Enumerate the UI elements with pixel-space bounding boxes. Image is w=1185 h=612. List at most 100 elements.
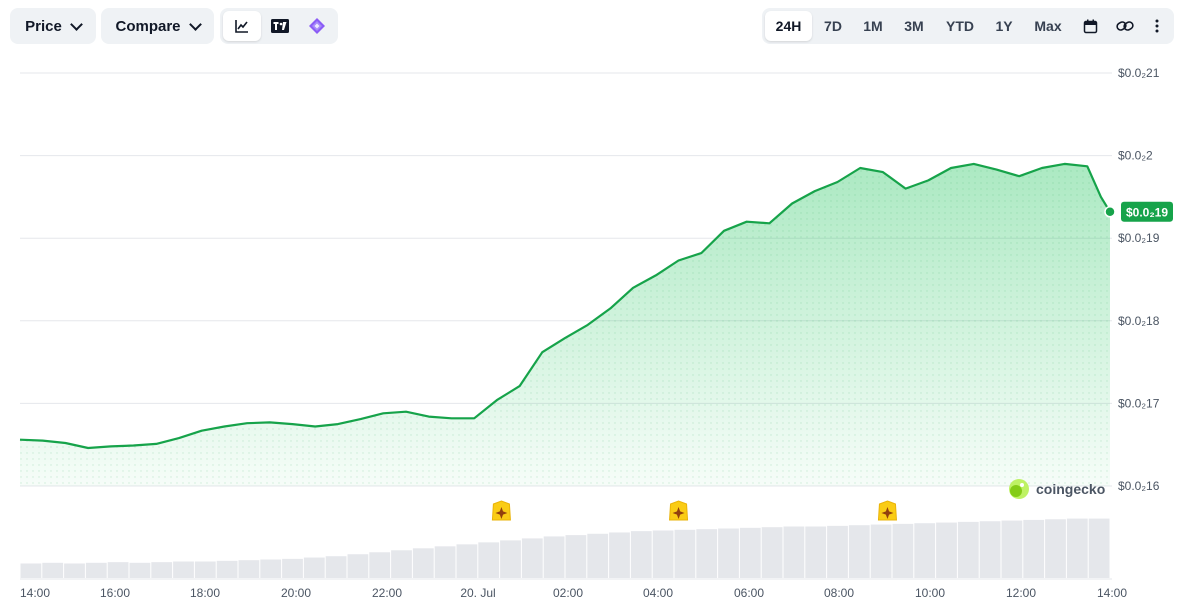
volume-bar: [543, 536, 565, 578]
volume-bar: [391, 550, 412, 578]
volume-bar: [827, 525, 848, 578]
volume-bar: [565, 535, 587, 578]
volume-bar: [609, 532, 630, 578]
x-tick-label: 18:00: [190, 586, 220, 600]
volume-bar: [1001, 520, 1023, 578]
x-tick-label: 12:00: [1006, 586, 1036, 600]
volume-bar: [630, 531, 652, 578]
price-chart: $0.0₂21 $0.0₂2 $0.0₂19 $0.0₂18 $0.0₂17 $0.0₂1…: [0, 52, 1185, 607]
range-label: 1Y: [995, 18, 1013, 34]
range-label: YTD: [946, 18, 974, 34]
volume-bar: [979, 521, 1001, 578]
volume-bar: [936, 522, 957, 578]
coingecko-watermark: coingecko: [1009, 479, 1105, 499]
gecko-terminal-button[interactable]: [299, 11, 335, 41]
range-label: 7D: [824, 18, 842, 34]
volume-bar: [783, 526, 805, 578]
compare-dropdown-button[interactable]: Compare: [101, 8, 214, 44]
volume-bar: [129, 562, 151, 578]
volume-bar: [456, 544, 478, 578]
volume-bar: [20, 563, 42, 578]
range-7d[interactable]: 7D: [814, 11, 852, 41]
range-24h[interactable]: 24H: [765, 11, 812, 41]
chevron-down-icon: [69, 17, 83, 31]
x-tick-label: 20. Jul: [460, 586, 495, 600]
volume-bar: [739, 527, 761, 578]
event-marker-icon[interactable]: [877, 500, 897, 521]
link-icon: [1116, 21, 1134, 31]
calendar-button[interactable]: [1074, 11, 1106, 41]
volume-bar: [369, 552, 391, 578]
volume-bar: [500, 540, 521, 578]
event-markers: [491, 500, 897, 521]
x-tick-label: 16:00: [100, 586, 130, 600]
range-max[interactable]: Max: [1024, 11, 1072, 41]
gecko-logo-inner: [1010, 485, 1022, 497]
current-price-label: $0.0₂19: [1126, 205, 1168, 219]
price-label: Price: [25, 17, 62, 35]
range-ytd[interactable]: YTD: [936, 11, 984, 41]
volume-bar: [892, 523, 914, 578]
volume-bar: [107, 562, 129, 578]
volume-bars: [20, 518, 1110, 578]
chart-type-switcher: [220, 8, 338, 44]
range-3m[interactable]: 3M: [894, 11, 934, 41]
volume-bar: [216, 560, 238, 578]
volume-bar: [718, 528, 739, 578]
y-tick-label: $0.0₂17: [1118, 396, 1160, 410]
price-area: [19, 162, 1111, 486]
volume-bar: [1045, 519, 1066, 578]
volume-bar: [194, 561, 216, 578]
time-range-switcher: 24H 7D 1M 3M YTD 1Y Max: [762, 8, 1174, 44]
volume-bar: [587, 533, 609, 578]
volume-bar: [652, 530, 674, 578]
x-axis-ticks: 14:00 16:00 18:00 20:00 22:00 20. Jul 02:00 04:…: [20, 586, 1127, 600]
diamond-icon: [309, 18, 325, 34]
volume-bar: [64, 563, 85, 578]
range-label: 3M: [904, 18, 924, 34]
volume-bar: [957, 521, 979, 578]
volume-bar: [42, 562, 64, 578]
volume-bar: [848, 525, 870, 578]
event-marker-icon[interactable]: [491, 500, 511, 521]
x-tick-label: 22:00: [372, 586, 402, 600]
volume-bar: [151, 562, 173, 578]
more-options-button[interactable]: [1144, 11, 1170, 41]
chevron-down-icon: [188, 17, 202, 31]
current-price-badge: $0.0₂19: [1104, 201, 1173, 222]
y-tick-label: $0.0₂21: [1118, 66, 1160, 80]
x-tick-label: 14:00: [1097, 586, 1127, 600]
volume-bar: [870, 524, 892, 578]
x-tick-label: 14:00: [20, 586, 50, 600]
x-tick-label: 04:00: [643, 586, 673, 600]
chart-toolbar: Price Compare 24H 7D 1M 3M YTD 1Y Max: [0, 0, 1185, 52]
x-tick-label: 20:00: [281, 586, 311, 600]
volume-bar: [303, 557, 325, 578]
compare-label: Compare: [115, 17, 181, 35]
range-1m[interactable]: 1M: [854, 11, 892, 41]
price-dropdown-button[interactable]: Price: [10, 8, 96, 44]
tradingview-button[interactable]: [261, 11, 299, 41]
y-tick-label: $0.0₂19: [1118, 231, 1160, 245]
event-marker-icon[interactable]: [669, 500, 689, 521]
x-tick-label: 06:00: [734, 586, 764, 600]
volume-bar: [1088, 518, 1110, 578]
volume-bar: [914, 523, 936, 578]
range-label: 24H: [775, 18, 802, 34]
volume-bar: [805, 526, 827, 578]
gecko-logo-eye: [1020, 483, 1024, 487]
y-tick-label: $0.0₂18: [1118, 314, 1160, 328]
volume-bar: [1066, 518, 1088, 578]
line-chart-button[interactable]: [223, 11, 261, 41]
volume-bar: [282, 558, 303, 578]
x-tick-label: 08:00: [824, 586, 854, 600]
range-1y[interactable]: 1Y: [986, 11, 1022, 41]
volume-bar: [521, 538, 543, 578]
x-tick-label: 10:00: [915, 586, 945, 600]
volume-bar: [761, 527, 783, 578]
price-chart-svg: $0.0₂21 $0.0₂2 $0.0₂19 $0.0₂18 $0.0₂17 $0.0₂1…: [19, 66, 1173, 600]
volume-bar: [1023, 519, 1045, 578]
volume-bar: [347, 554, 369, 578]
share-link-button[interactable]: [1108, 11, 1142, 41]
volume-bar: [173, 561, 194, 578]
